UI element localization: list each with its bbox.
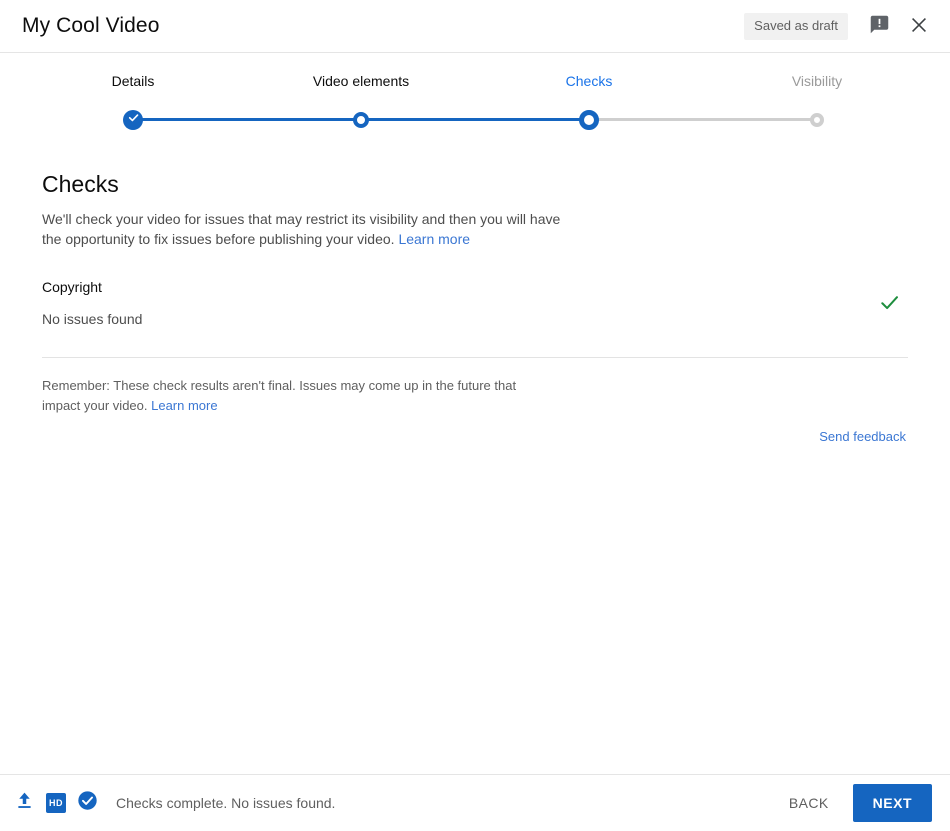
dialog-header: My Cool Video Saved as draft xyxy=(0,0,950,52)
remember-note: Remember: These check results aren't fin… xyxy=(42,376,542,416)
send-feedback-button[interactable] xyxy=(862,9,896,43)
feedback-row: Send feedback xyxy=(42,429,908,444)
hd-badge-icon: HD xyxy=(46,793,66,813)
stepper-node-visibility xyxy=(810,113,824,127)
page-title: My Cool Video xyxy=(22,14,160,37)
section-heading: Checks xyxy=(42,171,119,197)
section-description-text: We'll check your video for issues that m… xyxy=(42,211,561,247)
footer-status-text: Checks complete. No issues found. xyxy=(116,795,336,811)
check-circle-icon xyxy=(77,790,98,816)
back-button[interactable]: BACK xyxy=(773,785,845,821)
step-label-checks[interactable]: Checks xyxy=(566,71,613,91)
stepper-segment-3 xyxy=(589,118,817,121)
stepper-node-details[interactable] xyxy=(123,110,143,130)
next-button[interactable]: NEXT xyxy=(852,784,932,822)
feedback-bubble-icon xyxy=(869,14,890,38)
white-check-icon xyxy=(127,111,140,129)
close-button[interactable] xyxy=(902,9,936,43)
close-icon xyxy=(908,14,930,39)
check-item-name: Copyright xyxy=(42,279,102,295)
section-description: We'll check your video for issues that m… xyxy=(42,209,562,249)
stepper-segment-2 xyxy=(361,118,589,121)
stepper-node-checks[interactable] xyxy=(579,110,599,130)
dialog-body: Checks We'll check your video for issues… xyxy=(0,133,950,774)
upload-dialog: My Cool Video Saved as draft Details Vid… xyxy=(0,0,950,831)
send-feedback-link[interactable]: Send feedback xyxy=(819,429,906,444)
step-label-visibility: Visibility xyxy=(791,73,843,89)
green-check-icon xyxy=(878,291,901,314)
footer-status-icons: HD xyxy=(14,790,98,816)
step-label-video-elements[interactable]: Video elements xyxy=(313,71,409,91)
check-item-copyright: Copyright No issues found xyxy=(42,277,908,329)
upload-stepper: Details Video elements Checks Visibility xyxy=(0,53,950,133)
check-item-status: No issues found xyxy=(42,311,143,327)
saved-status-badge: Saved as draft xyxy=(744,12,848,40)
body-divider xyxy=(42,357,908,358)
learn-more-link-top[interactable]: Learn more xyxy=(398,231,470,247)
learn-more-link-bottom[interactable]: Learn more xyxy=(151,398,217,413)
step-label-details[interactable]: Details xyxy=(112,71,155,91)
stepper-track xyxy=(0,109,950,131)
check-item-text: Copyright No issues found xyxy=(42,277,142,329)
remember-note-text: Remember: These check results aren't fin… xyxy=(42,378,517,413)
stepper-segment-1 xyxy=(133,118,361,121)
upload-icon xyxy=(14,790,35,816)
stepper-labels: Details Video elements Checks Visibility xyxy=(0,71,950,93)
stepper-node-video-elements[interactable] xyxy=(353,112,369,128)
dialog-footer: HD Checks complete. No issues found. BAC… xyxy=(0,775,950,831)
